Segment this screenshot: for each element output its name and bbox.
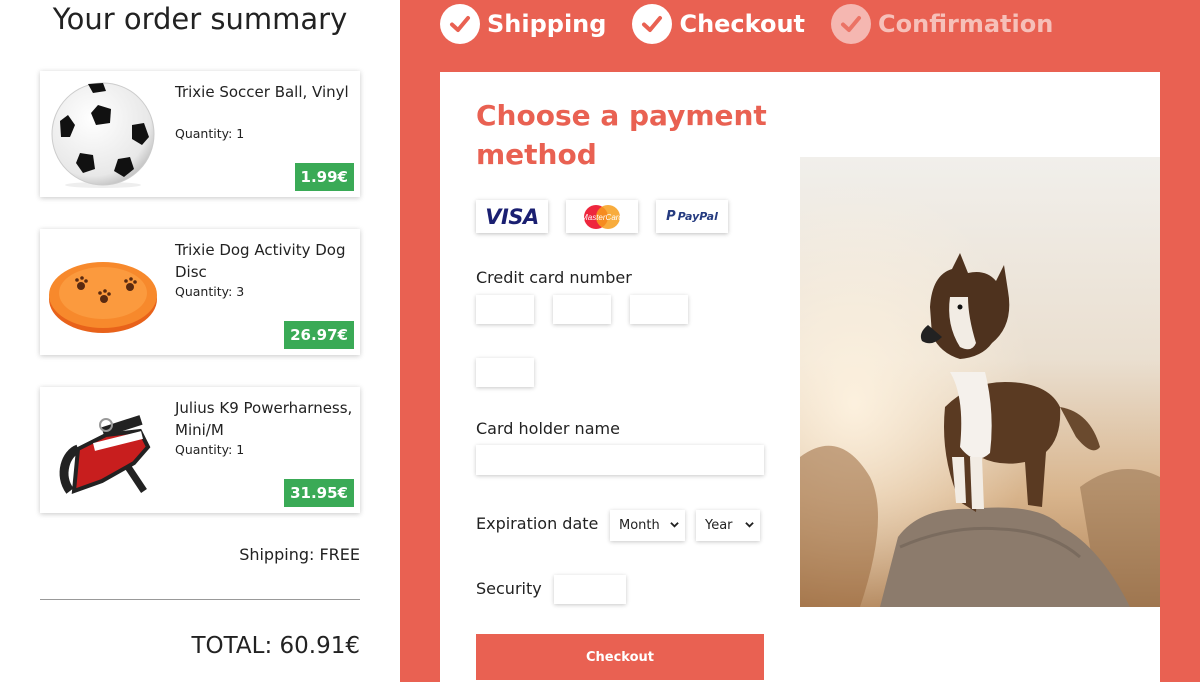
- summary-title: Your order summary: [52, 2, 348, 36]
- red-harness-image: [48, 395, 158, 505]
- orange-disc-image: [48, 237, 158, 347]
- order-summary: Your order summary Trixie Soccer Ball, V…: [0, 0, 400, 682]
- mastercard-label: MasterCard: [581, 213, 623, 222]
- visa-logo[interactable]: VISA: [476, 200, 548, 233]
- card-holder-label: Card holder name: [476, 419, 620, 438]
- expiration-month-select[interactable]: Month: [610, 510, 685, 541]
- item-quantity: Quantity: 3: [175, 284, 245, 299]
- item-name: Trixie Soccer Ball, Vinyl: [175, 83, 349, 101]
- check-icon: [440, 4, 480, 44]
- chevron-down-icon: [745, 522, 754, 528]
- payment-panel: Choose a payment method VISA MasterCard …: [440, 72, 1160, 682]
- item-price-badge: 26.97€: [284, 321, 354, 349]
- soccer-ball-image: [48, 79, 158, 189]
- step-label: Checkout: [679, 10, 806, 38]
- checkout-area: Shipping Checkout Confirmation Choose a …: [400, 0, 1200, 682]
- month-select-value: Month: [619, 518, 660, 533]
- step-label: Confirmation: [878, 10, 1054, 38]
- summary-divider: [40, 599, 360, 600]
- step-shipping[interactable]: Shipping: [440, 4, 606, 44]
- chevron-down-icon: [670, 522, 679, 528]
- payment-methods: VISA MasterCard P PayPal: [476, 200, 746, 233]
- paypal-p-icon: P: [666, 209, 676, 224]
- order-item: Trixie Soccer Ball, Vinyl Quantity: 1 1.…: [40, 71, 360, 197]
- order-item: Julius K9 Powerharness, Mini/M Quantity:…: [40, 387, 360, 513]
- card-number-field-2[interactable]: [553, 295, 611, 324]
- checkout-button[interactable]: Checkout: [476, 634, 764, 680]
- visa-label: VISA: [485, 204, 539, 229]
- payment-title: Choose a payment method: [476, 99, 767, 171]
- expiration-label: Expiration date: [476, 514, 599, 533]
- security-code-input[interactable]: [554, 575, 626, 604]
- item-quantity: Quantity: 1: [175, 442, 245, 457]
- step-checkout[interactable]: Checkout: [632, 4, 805, 44]
- item-name: Trixie Dog Activity Dog Disc: [175, 241, 346, 281]
- dog-photo: [800, 157, 1160, 607]
- card-holder-input[interactable]: [476, 445, 764, 475]
- year-select-value: Year: [705, 518, 733, 533]
- order-total: TOTAL: 60.91€: [191, 633, 360, 659]
- item-price-badge: 31.95€: [284, 479, 354, 507]
- paypal-logo[interactable]: P PayPal: [656, 200, 728, 233]
- expiration-year-select[interactable]: Year: [696, 510, 760, 541]
- item-price-badge: 1.99€: [294, 163, 354, 191]
- card-number-label: Credit card number: [476, 268, 632, 287]
- item-quantity: Quantity: 1: [175, 126, 245, 141]
- item-name: Julius K9 Powerharness, Mini/M: [175, 399, 353, 439]
- shipping-cost: Shipping: FREE: [239, 545, 360, 564]
- card-number-field-3[interactable]: [630, 295, 688, 324]
- card-number-field-4[interactable]: [476, 358, 534, 387]
- mastercard-logo[interactable]: MasterCard: [566, 200, 638, 233]
- card-number-field-1[interactable]: [476, 295, 534, 324]
- check-icon: [831, 4, 872, 44]
- step-label: Shipping: [487, 10, 607, 38]
- progress-steps: Shipping Checkout Confirmation: [440, 4, 1079, 44]
- step-confirmation[interactable]: Confirmation: [831, 4, 1053, 44]
- paypal-label: PayPal: [677, 210, 718, 223]
- security-label: Security: [476, 579, 542, 598]
- order-item: Trixie Dog Activity Dog Disc Quantity: 3…: [40, 229, 360, 355]
- check-icon: [632, 4, 673, 44]
